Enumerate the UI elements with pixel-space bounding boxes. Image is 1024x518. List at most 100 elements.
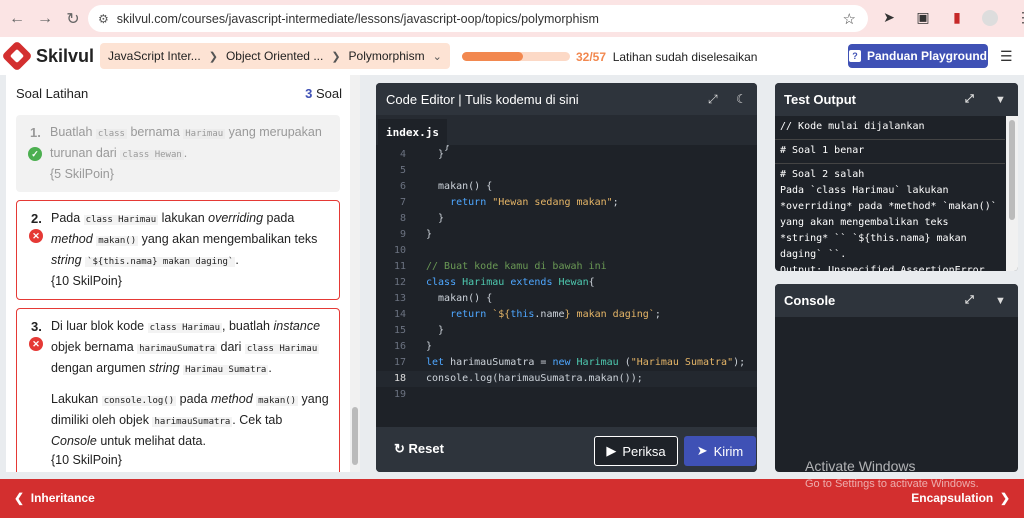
code-line: 15 } [393,325,445,336]
browser-toolbar: ← → ↻ ⚙ skilvul.com/courses/javascript-i… [0,0,1024,37]
progress-bar [462,52,570,61]
test-output-line: *overriding* pada *method* `makan()` [780,201,997,212]
brand-name: Skilvul [36,45,95,66]
test-output-scrollbar[interactable] [1006,116,1018,271]
bookmark-star-icon[interactable]: ☆ [843,10,856,28]
sidebar-icon[interactable]: ▮ [948,9,966,26]
dark-mode-icon[interactable]: ☾ [736,92,747,106]
forward-icon[interactable]: → [34,8,56,30]
exercise-text: Pada class Harimau lakukan overriding pa… [51,211,318,267]
app-header: Skilvul JavaScript Inter... ❯ Object Ori… [0,37,1024,75]
expand-icon[interactable]: ⤢ [965,93,974,106]
code-line: 16} [393,341,433,352]
exercise-item-3[interactable]: 3. ✕ Di luar blok kode class Harimau, bu… [16,308,340,472]
test-output-line: Pada `class Harimau` lakukan [780,185,949,196]
back-icon[interactable]: ← [6,8,28,30]
expand-icon[interactable]: ⤢ [708,92,718,107]
test-output-line: # Soal 1 benar [780,145,865,156]
chevron-right-icon: ❯ [999,491,1010,505]
chevron-left-icon: ❮ [14,491,25,505]
next-lesson-button[interactable]: Encapsulation ❯ [911,491,1010,505]
site-settings-icon[interactable]: ⚙ [98,12,109,26]
console-header: Console ⤢ ▼ [775,284,1018,317]
send-icon: ➤ [696,443,708,458]
exercise-number: 1. [30,125,41,140]
editor-title: Code Editor | Tulis kodemu di sini [386,91,579,107]
breadcrumb-course[interactable]: JavaScript Inter... [100,49,209,63]
code-area[interactable]: } 4 } 5 6 makan() { 7 return "Hewan seda… [376,145,757,427]
breadcrumb-lesson[interactable]: Object Oriented ... [218,49,331,63]
editor-tabs: index.js [376,115,757,145]
expand-icon[interactable]: ⤢ [965,294,974,307]
progress-count: 32/57 [576,50,607,64]
address-bar[interactable]: ⚙ skilvul.com/courses/javascript-interme… [88,5,868,32]
code-editor: Code Editor | Tulis kodemu di sini ⤢ ☾ i… [376,83,757,472]
chevron-down-icon[interactable]: ▼ [995,295,1006,307]
test-output-header: Test Output ⤢ ▼ [775,83,1018,116]
code-line: 5 [399,165,406,176]
hamburger-menu-icon[interactable]: ☰ [1000,48,1013,65]
puzzle-extension-icon[interactable]: ▣ [914,9,932,26]
exercise-count: 3 Soal [305,85,342,101]
brand-logo[interactable]: Skilvul [1,40,95,72]
terminal-icon: ▶ [606,443,617,458]
playground-guide-button[interactable]: ? Panduan Playground [848,44,988,68]
test-output-line: # Soal 2 salah [780,169,865,180]
help-icon: ? [848,50,861,62]
breadcrumb: JavaScript Inter... ❯ Object Oriented ..… [100,43,450,69]
test-output-block: # Soal 1 benar [775,140,1005,164]
progress-label: Latihan sudah diselesaikan [612,50,758,64]
error-circle-icon: ✕ [29,337,43,351]
browser-menu-icon[interactable]: ⋮ [1014,9,1024,26]
code-line: 9} [399,229,433,240]
tab-index-js[interactable]: index.js [378,119,447,145]
url-text: skilvul.com/courses/javascript-intermedi… [116,11,599,26]
error-circle-icon: ✕ [29,229,43,243]
reset-button[interactable]: ↻ Reset [394,441,444,457]
exercise-points: {10 SkilPoin} [51,453,122,467]
test-output-line: *string* `` `${this.nama} makan [780,233,967,244]
test-output-block: // Kode mulai dijalankan [775,116,1005,140]
code-line: 19 [393,389,406,400]
windows-watermark-hint: Go to Settings to activate Windows. [805,478,979,490]
code-line: 11// Buat kode kamu di bawah ini [393,261,607,272]
exercise-scrollbar[interactable] [350,75,360,472]
exercise-panel: Soal Latihan 3 Soal 1. ✓ Buatlah class b… [6,75,350,472]
exercise-number: 2. [31,211,42,226]
console-title: Console [784,293,836,308]
exercise-points: {5 SkilPoin} [50,167,114,181]
test-output-line: yang akan mengembalikan teks [780,217,949,228]
exercise-text-2: Lakukan console.log() pada method makan(… [51,392,329,448]
chevron-right-icon: ❯ [208,50,218,63]
code-line: 12 class Harimau extends Hewan{ [393,277,595,288]
test-output-line: // Kode mulai dijalankan [780,121,925,132]
code-line: 17 let harimauSumatra = new Harimau ("Har… [393,357,746,368]
chevron-down-icon[interactable]: ▼ [995,94,1006,106]
test-output-line: Output: Unspecified AssertionError [780,265,985,271]
progress-fill [462,52,523,61]
test-output-body: // Kode mulai dijalankan # Soal 1 benar # … [775,116,1018,271]
editor-footer: ↻ Reset ▶ Periksa ➤ Kirim [376,427,757,472]
editor-header: Code Editor | Tulis kodemu di sini ⤢ ☾ [376,83,757,115]
test-output-panel: Test Output ⤢ ▼ // Kode mulai dijalankan… [775,83,1018,271]
profile-avatar[interactable] [982,9,998,26]
submit-button[interactable]: ➤ Kirim [684,436,756,466]
code-line: 8 } [399,213,445,224]
test-output-title: Test Output [784,92,856,107]
guide-label: Panduan Playground [866,49,987,63]
code-line: 7 return "Hewan sedang makan"; [399,197,619,208]
breadcrumb-topic[interactable]: Polymorphism [341,49,433,63]
chevron-down-icon[interactable]: ⌄ [433,50,450,63]
exercise-points: {10 SkilPoin} [51,274,122,288]
exercise-text: Buatlah class bernama Harimau yang merup… [50,125,322,160]
prev-lesson-button[interactable]: ❮ Inheritance [14,491,95,505]
test-output-line: daging` ``. [780,249,847,260]
code-line: 6 makan() { [399,181,493,192]
exercise-item-1[interactable]: 1. ✓ Buatlah class bernama Harimau yang … [16,115,340,192]
exercise-text: Di luar blok kode class Harimau, buatlah… [51,319,321,375]
exercise-item-2[interactable]: 2. ✕ Pada class Harimau lakukan overridi… [16,200,340,300]
reload-icon[interactable]: ↻ [62,8,84,30]
check-button[interactable]: ▶ Periksa [594,436,678,466]
cursor-extension-icon[interactable]: ➤ [880,9,898,26]
exercise-title: Soal Latihan [16,85,89,101]
